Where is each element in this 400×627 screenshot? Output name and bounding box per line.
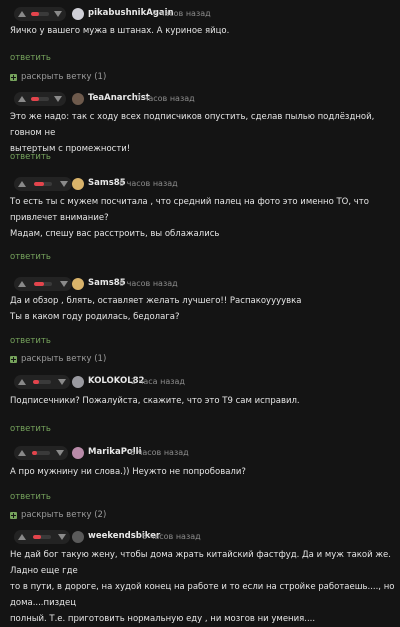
expand-thread-label: раскрыть ветку (1) [21,354,107,364]
vote-widget [14,277,72,291]
comment-header: MarikaPolli 6 часов назад [0,444,400,462]
comment: weekendsbiker 6 часов назад Не дай бог т… [0,528,400,624]
timestamp: 6 часов назад [119,179,178,188]
timestamp: 7 часов назад [152,9,211,18]
expand-icon [10,511,17,519]
comment-header: Sams85 6 часов назад [0,275,400,293]
vote-widget [14,7,66,21]
downvote-icon[interactable] [60,181,68,187]
downvote-icon[interactable] [58,379,66,385]
avatar[interactable] [72,93,84,105]
avatar[interactable] [72,376,84,388]
comment: MarikaPolli 6 часов назад А про мужнину … [0,444,400,520]
expand-thread-button[interactable]: раскрыть ветку (1) [10,72,106,82]
rating-bar [34,182,52,186]
upvote-icon[interactable] [18,11,26,17]
comment-text: Да и обзор , блять, оставляет желать луч… [10,296,302,322]
comment-header: weekendsbiker 6 часов назад [0,528,400,546]
downvote-icon[interactable] [54,11,62,17]
timestamp: 7 часов назад [136,94,195,103]
avatar[interactable] [72,531,84,543]
comment: Sams85 6 часов назад Да и обзор , блять,… [0,275,400,364]
vote-widget [14,92,66,106]
comment-text: Это же надо: так с ходу всех подписчиков… [10,112,375,154]
comment-text: То есть ты с мужем посчитала , что средн… [10,197,369,239]
downvote-icon[interactable] [54,96,62,102]
expand-thread-button[interactable]: раскрыть ветку (1) [10,354,106,364]
downvote-icon[interactable] [56,450,64,456]
comment: pikabushnikAgain 7 часов назад Яичко у в… [0,5,400,82]
expand-icon [10,73,17,81]
upvote-icon[interactable] [18,379,26,385]
comment-text: Подписечники? Пожалуйста, скажите, что э… [10,396,300,406]
upvote-icon[interactable] [18,96,26,102]
reply-button[interactable]: ответить [10,336,51,346]
avatar[interactable] [72,178,84,190]
downvote-icon[interactable] [58,534,66,540]
timestamp: 6 часов назад [119,279,178,288]
rating-bar [33,380,51,384]
reply-button[interactable]: ответить [10,492,51,502]
reply-button[interactable]: ответить [10,424,51,434]
reply-button[interactable]: ответить [10,252,51,262]
rating-bar [32,451,50,455]
timestamp: 6 часов назад [142,532,201,541]
upvote-icon[interactable] [18,534,26,540]
comments-feed: pikabushnikAgain 7 часов назад Яичко у в… [0,0,400,624]
vote-widget [14,375,70,389]
rating-bar [33,535,51,539]
upvote-icon[interactable] [18,181,26,187]
downvote-icon[interactable] [60,281,68,287]
comment: Sams85 6 часов назад То есть ты с мужем … [0,175,400,262]
expand-icon [10,355,17,363]
expand-thread-label: раскрыть ветку (2) [21,510,107,520]
comment-header: Sams85 6 часов назад [0,175,400,193]
timestamp: 6 часов назад [130,448,189,457]
comment: KOLOKOL82 2 часа назад Подписечники? Пож… [0,373,400,434]
comment-header: pikabushnikAgain 7 часов назад [0,5,400,23]
avatar[interactable] [72,278,84,290]
upvote-icon[interactable] [18,450,26,456]
comment-text: Не дай бог такую жену, чтобы дома жрать … [10,550,395,624]
timestamp: 2 часа назад [131,377,185,386]
vote-widget [14,446,68,460]
comment-text: Яичко у вашего мужа в штанах. А куриное … [10,26,230,36]
upvote-icon[interactable] [18,281,26,287]
avatar[interactable] [72,447,84,459]
vote-widget [14,530,70,544]
comment-header: KOLOKOL82 2 часа назад [0,373,400,391]
expand-thread-button[interactable]: раскрыть ветку (2) [10,510,106,520]
reply-button[interactable]: ответить [10,152,51,162]
vote-widget [14,177,72,191]
comment-text: А про мужнину ни слова.)) Неужто не попр… [10,467,246,477]
comment: TeaAnarchist 7 часов назад Это же надо: … [0,90,400,162]
rating-bar [31,12,49,16]
expand-thread-label: раскрыть ветку (1) [21,72,107,82]
rating-bar [34,282,52,286]
reply-button[interactable]: ответить [10,53,51,63]
comment-header: TeaAnarchist 7 часов назад [0,90,400,108]
avatar[interactable] [72,8,84,20]
rating-bar [31,97,49,101]
